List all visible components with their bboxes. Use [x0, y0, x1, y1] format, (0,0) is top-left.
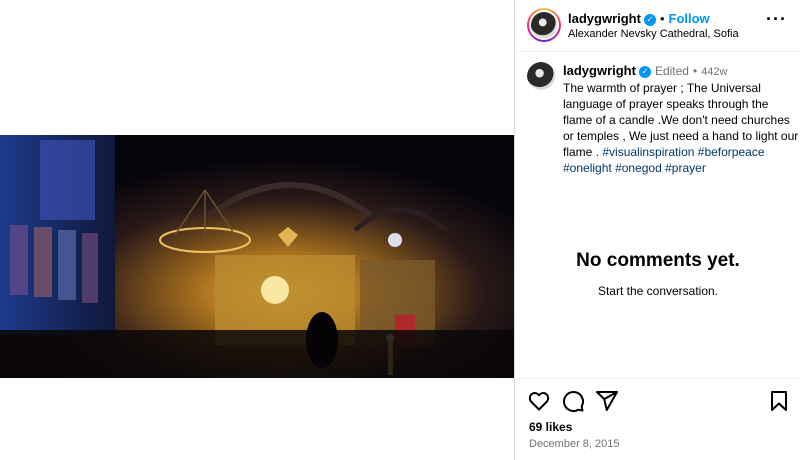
- empty-comments: No comments yet. Start the conversation.: [515, 250, 800, 298]
- caption-avatar[interactable]: [527, 62, 555, 90]
- caption-text-block: The warmth of prayer ; The Universal lan…: [563, 80, 799, 176]
- author-line: ladygwright ✓ • Follow: [568, 11, 710, 26]
- post-date[interactable]: December 8, 2015: [529, 438, 620, 450]
- post-location[interactable]: Alexander Nevsky Cathedral, Sofia: [568, 28, 739, 40]
- post-header: ladygwright ✓ • Follow Alexander Nevsky Cat…: [515, 0, 800, 52]
- share-icon[interactable]: [595, 389, 619, 413]
- hashtag[interactable]: #onegod: [615, 161, 662, 175]
- caption-body: ladygwright ✓ Edited • 442w The warmth of pr…: [563, 63, 799, 176]
- comment-icon[interactable]: [561, 389, 585, 413]
- post-photo[interactable]: [0, 135, 514, 378]
- verified-icon: ✓: [638, 65, 651, 78]
- follow-button[interactable]: Follow: [669, 11, 710, 26]
- empty-comments-title: No comments yet.: [576, 250, 740, 271]
- hashtag[interactable]: #prayer: [665, 161, 706, 175]
- media-panel: [0, 0, 514, 460]
- cathedral-interior-image: [0, 135, 514, 378]
- author-username[interactable]: ladygwright: [568, 11, 641, 26]
- likes-count[interactable]: 69 likes: [529, 420, 572, 434]
- separator-dot: •: [692, 64, 698, 78]
- separator-dot: •: [659, 11, 665, 26]
- post-age[interactable]: 442w: [701, 66, 727, 78]
- bookmark-icon[interactable]: [767, 389, 791, 413]
- action-bar: 69 likes December 8, 2015: [515, 378, 800, 460]
- more-options-icon[interactable]: ···: [766, 10, 787, 28]
- empty-comments-subtitle: Start the conversation.: [597, 284, 719, 298]
- hashtag[interactable]: #beforpeace: [698, 145, 765, 159]
- post-sidebar: ladygwright ✓ • Follow Alexander Nevsky Cat…: [514, 0, 800, 460]
- hashtag[interactable]: #visualinspiration: [602, 145, 694, 159]
- edited-label: Edited: [654, 64, 689, 78]
- heart-icon[interactable]: [527, 389, 551, 413]
- caption-meta: ladygwright ✓ Edited • 442w: [563, 63, 799, 80]
- verified-icon: ✓: [643, 13, 656, 26]
- caption-username[interactable]: ladygwright: [563, 63, 636, 78]
- author-avatar[interactable]: [527, 8, 561, 42]
- hashtag[interactable]: #onelight: [563, 161, 612, 175]
